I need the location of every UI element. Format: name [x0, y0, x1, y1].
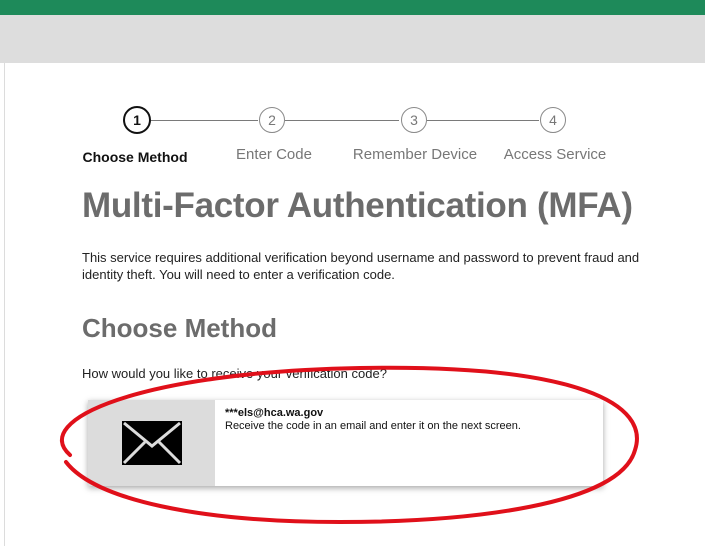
step-connector	[285, 120, 399, 121]
method-description: Receive the code in an email and enter i…	[225, 420, 521, 432]
step-connector	[151, 120, 258, 121]
page-title: Multi-Factor Authentication (MFA)	[82, 186, 633, 225]
email-address: ***els@hca.wa.gov	[225, 407, 324, 419]
method-text: ***els@hca.wa.gov Receive the code in an…	[215, 400, 521, 486]
page-left-border	[4, 63, 5, 546]
header-bar	[0, 15, 705, 63]
step-3-circle: 3	[401, 107, 427, 133]
step-1-circle: 1	[123, 106, 151, 134]
mfa-stepper: 1 2 3 4 Choose Method Enter Code Remembe…	[60, 106, 660, 166]
section-heading: Choose Method	[82, 313, 277, 343]
step-3-label: Remember Device	[352, 146, 478, 163]
step-connector	[427, 120, 539, 121]
step-4-circle: 4	[540, 107, 566, 133]
step-4-label: Access Service	[503, 146, 607, 163]
step-1-label: Choose Method	[82, 149, 188, 165]
method-question: How would you like to receive your verif…	[82, 366, 387, 381]
email-method-option[interactable]: ***els@hca.wa.gov Receive the code in an…	[88, 400, 603, 486]
step-2-circle: 2	[259, 107, 285, 133]
step-2-label: Enter Code	[236, 146, 312, 163]
top-accent-bar	[0, 0, 705, 15]
intro-text: This service requires additional verific…	[82, 250, 640, 282]
method-icon-box	[88, 400, 215, 486]
envelope-icon	[121, 421, 182, 465]
